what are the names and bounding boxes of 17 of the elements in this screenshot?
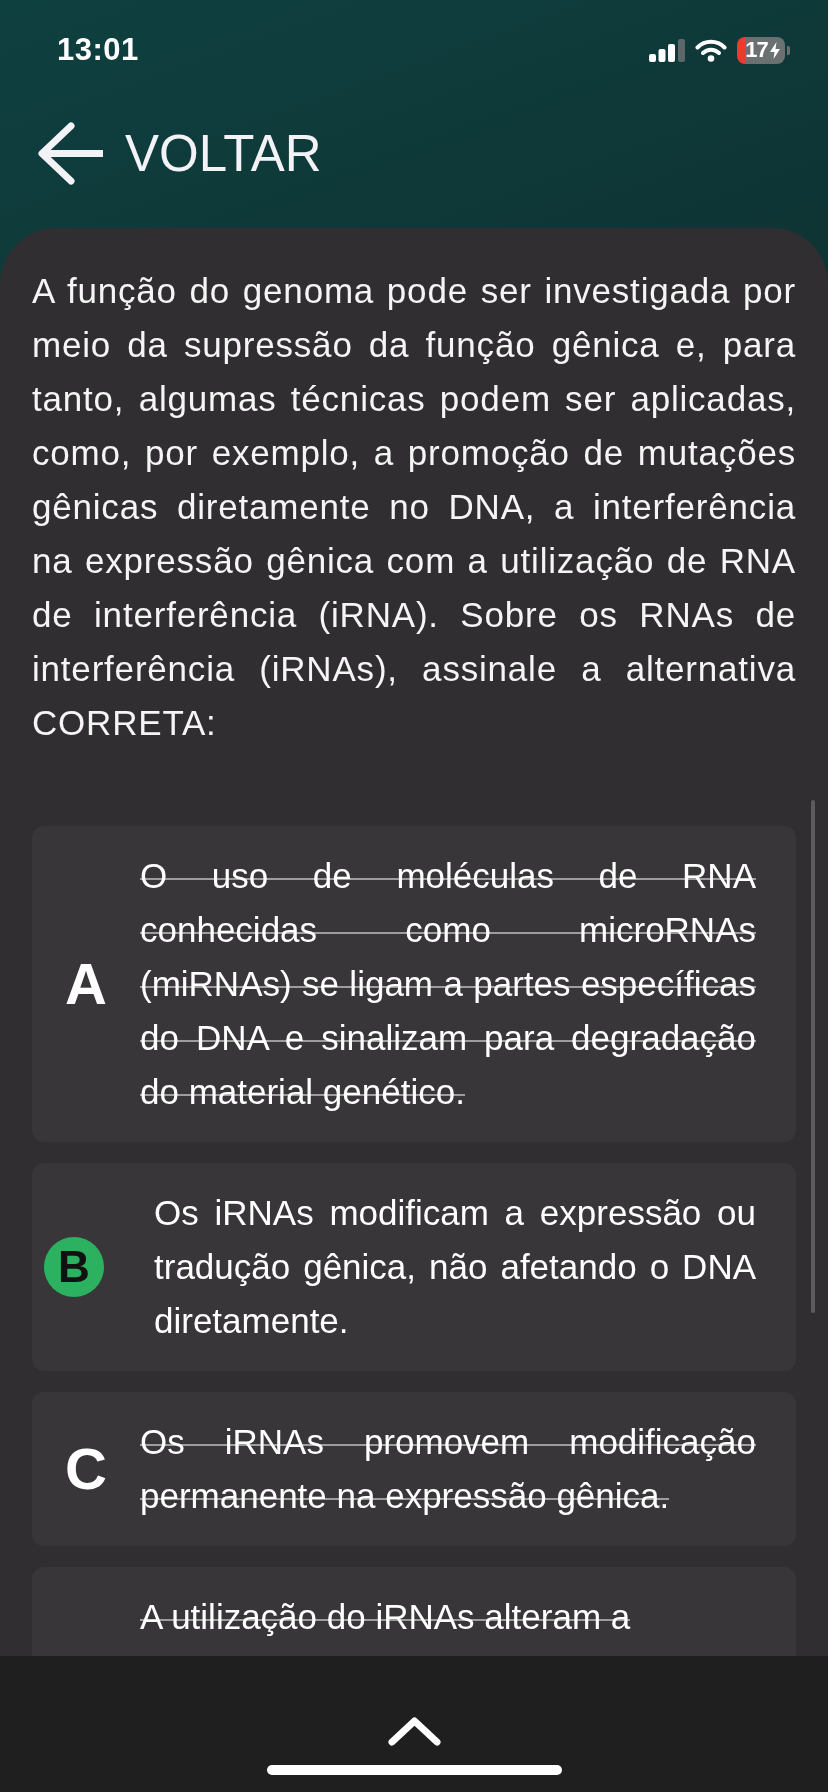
- answer-option[interactable]: C Os iRNAs promovem modificação permanente na expressão gênica.: [32, 1392, 796, 1546]
- clock-time: 13:01: [57, 32, 139, 68]
- signal-icon: [649, 38, 685, 62]
- selected-letter-badge: B: [44, 1237, 104, 1297]
- option-text: Os iRNAs modificam a expressão ou tradução gênica, não afetando o DNA diretamente.: [154, 1192, 756, 1342]
- option-letter: A: [65, 955, 107, 1013]
- battery-level-text: 17: [745, 39, 768, 61]
- option-letter: C: [65, 1440, 107, 1498]
- expand-button[interactable]: [387, 1717, 441, 1746]
- answer-option[interactable]: A utilização do iRNAs alteram a: [32, 1567, 796, 1656]
- answer-option[interactable]: B Os iRNAs modificam a expressão ou tradução gênica, não afetando o DNA diretamente.: [32, 1163, 796, 1371]
- wifi-icon: [695, 38, 727, 62]
- chevron-up-icon: [387, 1717, 441, 1746]
- back-button[interactable]: VOLTAR: [36, 122, 322, 185]
- bolt-icon: [769, 41, 780, 59]
- answer-option[interactable]: A O uso de moléculas de RNA conhecidas como microRNAs (miRNAs) se ligam a partes específicas do DNA e sinalizam para degradação do material genético.: [32, 826, 796, 1142]
- question-text: A função do genoma pode ser investigada por meio da supressão da função gênica e, para tanto, algumas técnicas podem ser aplicadas, como, por exemplo, a promoção de mutações gênicas diretamente no DNA, a interferência na expressão gênica com a utilização de RNA de interferência (iRNA). Sobre os RNAs de interferência (iRNAs), assinale a alternativa CORRETA:: [32, 270, 796, 744]
